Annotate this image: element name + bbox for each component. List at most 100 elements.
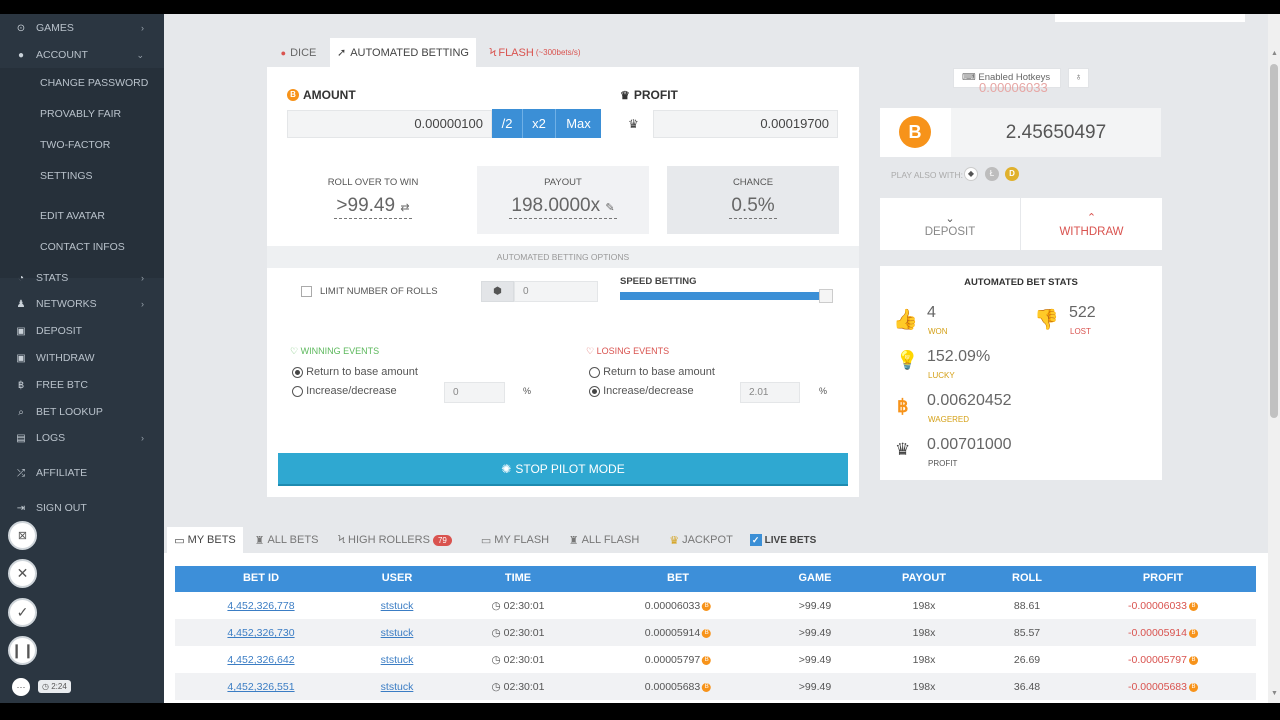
user-link[interactable]: ststuck <box>381 681 414 693</box>
tab-flash[interactable]: ϟ FLASH (~300bets/s) <box>476 38 594 67</box>
bet-id-link[interactable]: 4,452,326,642 <box>227 654 294 666</box>
sidebar-item-sign-out[interactable]: ⇥ SIGN OUT <box>0 497 164 519</box>
sidebar-item-label: SIGN OUT <box>36 502 87 514</box>
sidebar-item-affiliate[interactable]: ⤮ AFFILIATE <box>0 462 164 484</box>
th-payout[interactable]: PAYOUT <box>902 572 946 584</box>
bitcoin-icon: ฿ <box>17 379 25 391</box>
user-link[interactable]: ststuck <box>381 600 414 612</box>
th-roll[interactable]: ROLL <box>1012 572 1042 584</box>
speed-slider-handle[interactable] <box>818 289 833 303</box>
roll-value[interactable]: >99.49 ⇄ <box>334 195 412 219</box>
live-bets-toggle[interactable]: ✓ LIVE BETS <box>748 527 818 553</box>
sidebar-item-bet-lookup[interactable]: ⌕ BET LOOKUP <box>0 401 164 423</box>
radio-on[interactable] <box>292 366 303 378</box>
sidebar-sub-contact-infos[interactable]: CONTACT INFOS <box>40 241 125 253</box>
stop-pilot-button[interactable]: ✺ STOP PILOT MODE <box>278 453 848 486</box>
sidebar-item-deposit[interactable]: ▣ DEPOSIT <box>0 320 164 342</box>
more-button[interactable]: ⋯ <box>12 678 30 696</box>
chance-value[interactable]: 0.5% <box>729 195 777 219</box>
won-value: 4 <box>927 304 936 321</box>
th-time[interactable]: TIME <box>505 572 531 584</box>
bet-id-link[interactable]: 4,452,326,551 <box>227 681 294 693</box>
th-bet-id[interactable]: BET ID <box>243 572 279 584</box>
lightbulb-button[interactable]: ♁ <box>1068 68 1089 88</box>
sidebar-item-networks[interactable]: ♟ NETWORKS › <box>0 293 164 315</box>
sidebar-sub-edit-avatar[interactable]: EDIT AVATAR <box>40 210 105 222</box>
bets-table-header <box>175 566 1256 592</box>
sidebar-item-label: STATS <box>36 272 69 284</box>
profit-cell: -0.00005683 B <box>1128 681 1198 693</box>
withdraw-button[interactable]: ⌃ WITHDRAW <box>1021 198 1162 250</box>
tab-my-bets[interactable]: ▭ MY BETS <box>167 527 243 553</box>
scroll-up-icon[interactable]: ▲ <box>1271 50 1278 57</box>
radio-on[interactable] <box>589 385 600 397</box>
deposit-button[interactable]: ⌄ DEPOSIT <box>880 198 1020 250</box>
lose-increase-input[interactable]: 2.01 <box>740 382 800 403</box>
tab-all-bets[interactable]: ♜ ALL BETS <box>249 527 324 553</box>
sidebar-item-account[interactable]: ● ACCOUNT ⌄ <box>0 44 164 66</box>
sidebar-item-games[interactable]: ⊙ GAMES › <box>0 17 164 39</box>
litecoin-coin-button[interactable]: Ł <box>985 167 999 181</box>
camera-off-button[interactable]: ⊠ <box>8 521 37 550</box>
tab-automated-betting[interactable]: ➚ AUTOMATED BETTING <box>330 38 476 67</box>
sidebar-sub-change-password[interactable]: CHANGE PASSWORD <box>40 77 148 89</box>
double-button[interactable]: x2 <box>523 109 556 138</box>
chance-box[interactable]: CHANCE 0.5% <box>667 166 839 234</box>
scroll-down-icon[interactable]: ▼ <box>1271 690 1278 697</box>
sidebar-item-stats[interactable]: ◔ STATS › <box>0 267 164 289</box>
bitcoin-icon: B <box>1188 655 1198 665</box>
top-search-field[interactable] <box>1055 14 1245 22</box>
user-link[interactable]: ststuck <box>381 627 414 639</box>
win-increase-option[interactable]: Increase/decrease <box>292 385 397 397</box>
win-increase-input[interactable]: 0 <box>444 382 505 403</box>
bet-value: 0.00005683 <box>644 681 701 693</box>
lose-increase-option[interactable]: Increase/decrease <box>589 385 694 397</box>
limit-rolls-input[interactable]: 0 <box>514 281 598 302</box>
tab-label: MY BETS <box>187 534 236 546</box>
amount-input[interactable]: 0.00000100 <box>287 110 492 138</box>
th-bet[interactable]: BET <box>667 572 689 584</box>
half-button[interactable]: /2 <box>492 109 523 138</box>
dice-icon: ● <box>280 47 287 58</box>
th-profit[interactable]: PROFIT <box>1143 572 1183 584</box>
payout-box[interactable]: PAYOUT 198.0000x ✎ <box>477 166 649 234</box>
speed-slider[interactable] <box>620 292 832 300</box>
pause-button[interactable]: ❙❙ <box>8 636 37 665</box>
sidebar-sub-settings[interactable]: SETTINGS <box>40 170 93 182</box>
ethereum-coin-button[interactable]: ◆ <box>964 167 978 181</box>
tab-label: HIGH ROLLERS <box>348 534 430 546</box>
tab-my-flash[interactable]: ▭ MY FLASH <box>474 527 556 553</box>
bet-id-link[interactable]: 4,452,326,730 <box>227 627 294 639</box>
th-user[interactable]: USER <box>382 572 413 584</box>
radio-off[interactable] <box>292 385 303 397</box>
lose-return-base-option[interactable]: Return to base amount <box>589 366 715 378</box>
profit-input[interactable]: 0.00019700 <box>653 110 838 138</box>
win-return-base-option[interactable]: Return to base amount <box>292 366 418 378</box>
confirm-button[interactable]: ✓ <box>8 598 37 627</box>
roll-over-box[interactable]: ROLL OVER TO WIN >99.49 ⇄ <box>287 166 459 234</box>
checkbox-checked-icon[interactable]: ✓ <box>749 534 762 546</box>
sidebar-item-logs[interactable]: ▤ LOGS › <box>0 427 164 449</box>
tab-dice[interactable]: ● DICE <box>267 38 330 67</box>
chevron-right-icon: › <box>141 299 144 309</box>
sidebar-item-withdraw[interactable]: ▣ WITHDRAW <box>0 347 164 369</box>
payout-value[interactable]: 198.0000x ✎ <box>509 195 617 219</box>
th-game[interactable]: GAME <box>799 572 832 584</box>
tab-label: DICE <box>290 46 317 59</box>
sidebar-sub-provably-fair[interactable]: PROVABLY FAIR <box>40 108 121 120</box>
sidebar-item-free-btc[interactable]: ฿ FREE BTC <box>0 374 164 396</box>
tab-jackpot[interactable]: ♛ JACKPOT <box>664 527 738 553</box>
tab-label: FLASH <box>498 46 534 59</box>
scrollbar-thumb[interactable] <box>1270 64 1278 418</box>
dogecoin-coin-button[interactable]: D <box>1005 167 1019 181</box>
close-button[interactable]: ✕ <box>8 559 37 588</box>
time-cell: ◷ 02:30:01 <box>492 600 545 612</box>
max-button[interactable]: Max <box>556 109 601 138</box>
user-link[interactable]: ststuck <box>381 654 414 666</box>
sidebar-sub-two-factor[interactable]: TWO-FACTOR <box>40 139 110 151</box>
radio-off[interactable] <box>589 366 600 378</box>
tab-all-flash[interactable]: ♜ ALL FLASH <box>563 527 645 553</box>
bet-id-link[interactable]: 4,452,326,778 <box>227 600 294 612</box>
limit-rolls-checkbox[interactable] <box>301 285 312 297</box>
tab-high-rollers[interactable]: ϟ HIGH ROLLERS 79 <box>334 527 456 553</box>
